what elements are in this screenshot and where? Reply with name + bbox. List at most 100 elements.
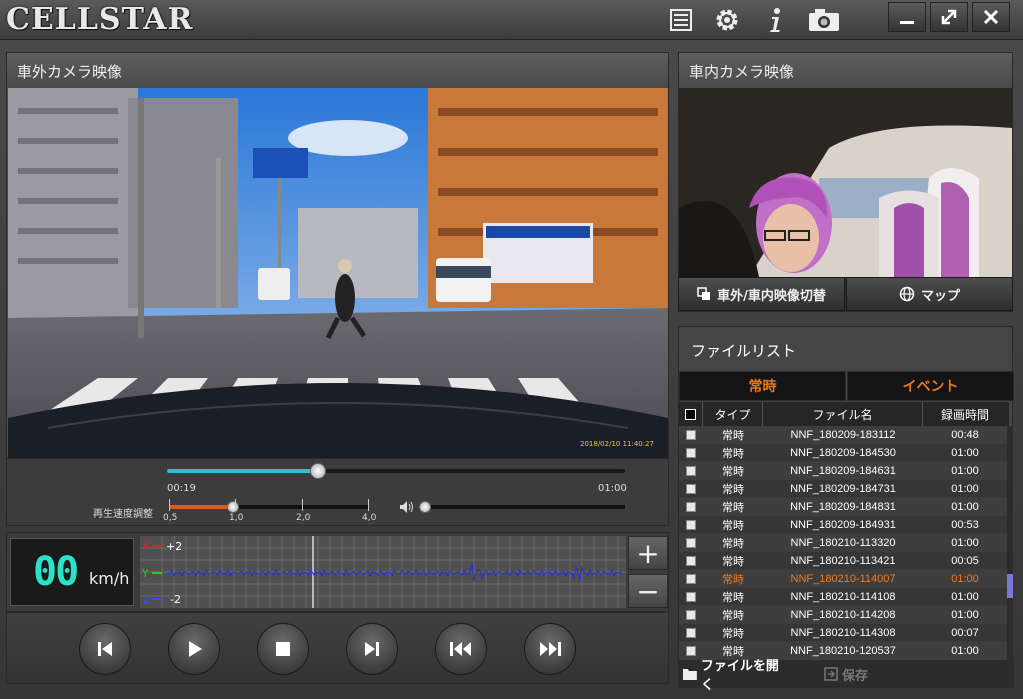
gear-icon[interactable] — [712, 5, 742, 35]
checkbox-icon — [685, 408, 696, 420]
list-icon[interactable] — [666, 5, 696, 35]
table-row[interactable]: 常時 NNF_180210-113421 00:05 — [679, 552, 1009, 570]
column-filename[interactable]: ファイル名 — [763, 402, 923, 426]
checkbox-icon — [686, 520, 696, 530]
seek-progress — [167, 469, 319, 473]
column-duration[interactable]: 録画時間 — [923, 402, 1007, 426]
export-icon — [824, 667, 838, 681]
table-row[interactable]: 常時 NNF_180210-114308 00:07 — [679, 624, 1009, 642]
skip-previous-icon — [98, 642, 112, 656]
speed-value: 00 — [33, 549, 79, 595]
select-all-checkbox[interactable] — [679, 402, 703, 426]
row-checkbox[interactable] — [679, 480, 703, 498]
checkbox-icon — [686, 628, 696, 638]
row-checkbox[interactable] — [679, 570, 703, 588]
tab-event[interactable]: イベント — [847, 371, 1014, 401]
table-row[interactable]: 常時 NNF_180210-114208 01:00 — [679, 606, 1009, 624]
table-row[interactable]: 常時 NNF_180209-184831 01:00 — [679, 498, 1009, 516]
next-file-button[interactable] — [346, 623, 398, 675]
video-timestamp: 2018/02/10 11:40:27 — [580, 440, 654, 448]
previous-file-button[interactable] — [79, 623, 131, 675]
volume-knob[interactable] — [419, 501, 431, 513]
switch-camera-button[interactable]: 車外/車内映像切替 — [678, 277, 845, 311]
row-filename: NNF_180210-113320 — [790, 537, 896, 549]
view-button-bar: 車外/車内映像切替 マップ — [678, 277, 1013, 311]
row-type: 常時 — [722, 466, 744, 478]
row-checkbox[interactable] — [679, 534, 703, 552]
playback-bar: 00:19 01:00 再生速度調整 0,5 1,0 2,0 4,0 — [6, 458, 669, 526]
row-checkbox[interactable] — [679, 552, 703, 570]
row-checkbox[interactable] — [679, 516, 703, 534]
fast-forward-button[interactable] — [524, 623, 576, 675]
info-icon[interactable] — [760, 5, 790, 35]
table-row[interactable]: 常時 NNF_180209-184931 00:53 — [679, 516, 1009, 534]
row-type: 常時 — [722, 574, 744, 586]
seek-slider[interactable] — [167, 463, 625, 479]
speed-slider[interactable] — [169, 501, 369, 513]
save-button[interactable]: 保存 — [801, 662, 891, 686]
minimize-icon — [900, 21, 914, 24]
row-duration: 00:48 — [951, 429, 979, 441]
row-checkbox[interactable] — [679, 588, 703, 606]
gsensor-top-value: +2 — [166, 540, 182, 553]
row-filename: NNF_180209-184931 — [790, 519, 896, 531]
seek-knob[interactable] — [310, 463, 327, 479]
row-filename: NNF_180210-114208 — [790, 609, 896, 621]
map-button[interactable]: マップ — [846, 277, 1013, 311]
row-type: 常時 — [722, 430, 744, 442]
row-duration: 01:00 — [951, 483, 979, 495]
app-window: CELLSTAR 車外カメラ映像 2018/02/10 11:40:27 00:… — [0, 0, 1023, 699]
rewind-button[interactable] — [435, 623, 487, 675]
row-duration: 01:00 — [951, 591, 979, 603]
scrollbar-thumb[interactable] — [1007, 574, 1013, 598]
tab-continuous[interactable]: 常時 — [679, 371, 846, 401]
checkbox-icon — [686, 502, 696, 512]
checkbox-icon — [686, 574, 696, 584]
zoom-out-button[interactable]: − — [628, 574, 668, 608]
open-file-button[interactable]: ファイルを開く — [683, 659, 791, 693]
row-checkbox[interactable] — [679, 624, 703, 642]
speed-knob[interactable] — [227, 501, 239, 513]
table-row[interactable]: 常時 NNF_180210-114007 01:00 — [679, 570, 1009, 588]
row-duration: 01:00 — [951, 501, 979, 513]
row-type: 常時 — [722, 502, 744, 514]
row-checkbox[interactable] — [679, 444, 703, 462]
row-filename: NNF_180209-184631 — [790, 465, 896, 477]
minimize-button[interactable] — [888, 2, 926, 32]
interior-video[interactable] — [679, 88, 1012, 277]
y-axis-label: Y — [141, 567, 149, 580]
row-filename: NNF_180210-114108 — [790, 591, 896, 603]
speed-fill — [169, 505, 235, 509]
close-icon — [983, 9, 999, 25]
maximize-button[interactable] — [930, 2, 968, 32]
row-checkbox[interactable] — [679, 642, 703, 660]
camera-icon[interactable] — [806, 5, 842, 35]
exterior-video[interactable]: 2018/02/10 11:40:27 — [8, 88, 668, 458]
row-duration: 01:00 — [951, 465, 979, 477]
column-type[interactable]: タイプ — [703, 402, 763, 426]
play-button[interactable] — [168, 623, 220, 675]
stop-icon — [276, 642, 290, 656]
table-row[interactable]: 常時 NNF_180209-184530 01:00 — [679, 444, 1009, 462]
gsensor-graph: X +2 Y Z -2 — [140, 536, 626, 608]
zoom-in-button[interactable]: + — [628, 536, 668, 570]
table-row[interactable]: 常時 NNF_180210-113320 01:00 — [679, 534, 1009, 552]
volume-slider[interactable] — [419, 501, 625, 513]
speed-tick-label: 0,5 — [163, 513, 178, 523]
volume-icon[interactable] — [399, 499, 415, 518]
row-duration: 00:07 — [951, 627, 979, 639]
file-list-scrollbar[interactable] — [1007, 426, 1013, 660]
table-row[interactable]: 常時 NNF_180210-114108 01:00 — [679, 588, 1009, 606]
row-checkbox[interactable] — [679, 462, 703, 480]
stop-button[interactable] — [257, 623, 309, 675]
row-checkbox[interactable] — [679, 426, 703, 444]
table-row[interactable]: 常時 NNF_180209-183112 00:48 — [679, 426, 1009, 444]
row-checkbox[interactable] — [679, 498, 703, 516]
table-row[interactable]: 常時 NNF_180209-184731 01:00 — [679, 480, 1009, 498]
checkbox-icon — [686, 484, 696, 494]
switch-view-icon — [697, 287, 711, 300]
x-axis-label: X — [142, 540, 150, 553]
row-checkbox[interactable] — [679, 606, 703, 624]
table-row[interactable]: 常時 NNF_180209-184631 01:00 — [679, 462, 1009, 480]
close-button[interactable] — [972, 2, 1010, 32]
